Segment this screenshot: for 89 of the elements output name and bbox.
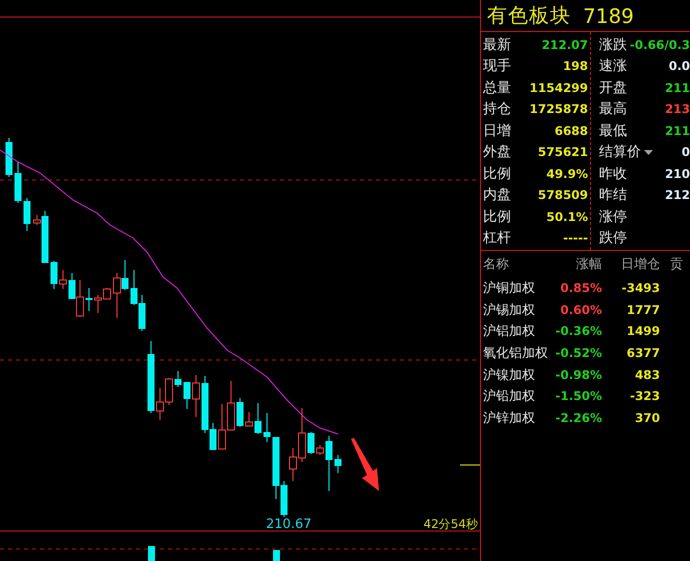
table-cell: -0.98% [554, 368, 602, 382]
quote-value: 198 [562, 59, 589, 74]
table-cell-text: 沪镍加权 [482, 366, 536, 384]
column-header[interactable]: 名称 [481, 255, 554, 273]
candlestick [254, 402, 262, 434]
table-cell: -0.36% [554, 324, 602, 338]
dropdown-caret-icon[interactable] [644, 150, 653, 155]
candlestick [236, 398, 244, 428]
quote-label: 持仓 [482, 100, 511, 118]
table-cell: -0.52% [554, 346, 602, 360]
table-cell-text: -323 [628, 389, 660, 404]
quote-label: 现手 [482, 57, 511, 76]
quote-label: 涨停 [599, 208, 627, 226]
quote-value: 210 [664, 166, 690, 181]
candlestick [59, 270, 67, 290]
candlestick [24, 198, 30, 232]
quote-value: 212.07 [542, 38, 589, 52]
table-cell-text: 483 [634, 368, 660, 382]
table-cell-text: 0.85% [559, 280, 602, 295]
quote-label: 内盘 [482, 186, 511, 204]
quote-value: 49.9% [546, 166, 589, 181]
quote-label: 比例 [482, 208, 511, 226]
quote-label: 日增 [482, 122, 511, 140]
quote-value: 50.1% [546, 210, 589, 224]
table-cell-text: 沪铜加权 [482, 280, 536, 297]
candlestick [334, 454, 342, 474]
quote-label: 杠杆 [482, 229, 511, 248]
quote-value: 213 [664, 102, 690, 116]
quote-label: 昨收 [599, 164, 627, 183]
quote-label: 昨结 [599, 186, 627, 204]
candlestick [174, 370, 182, 388]
volume-bar [148, 546, 155, 561]
candlestick [6, 138, 12, 178]
volume-bar [273, 550, 280, 561]
quote-value: -0.66/0.3 [630, 38, 690, 52]
table-cell-text: 沪锌加权 [482, 410, 536, 427]
candlestick [316, 444, 324, 456]
quote-value: 211 [664, 80, 690, 95]
quote-label: 结算价 [599, 143, 641, 162]
quote-label: 外盘 [482, 143, 511, 162]
quote-value: 578509 [538, 188, 589, 202]
table-cell-text: 1499 [626, 324, 660, 338]
table-cell: -1.50% [554, 389, 602, 404]
table-cell-text: -3493 [620, 280, 660, 295]
table-cell-text: 沪铅加权 [482, 388, 536, 406]
table-cell-text: 0.60% [559, 302, 602, 317]
countdown-timer: 42分54秒 [423, 517, 478, 531]
quote-value: 0 [682, 145, 690, 160]
quote-label: 总量 [482, 78, 511, 97]
candlestick [245, 412, 253, 426]
candlestick [264, 412, 270, 442]
panel-title: 有色板块 [487, 2, 571, 29]
table-cell-text: 370 [634, 410, 660, 425]
quote-value: 6688 [554, 124, 589, 138]
quote-label: 开盘 [599, 78, 627, 97]
low-price-label: 210.67 [266, 517, 312, 532]
column-header[interactable]: 日增仓 [602, 255, 660, 273]
candlestick [308, 432, 314, 454]
quote-value: 1725878 [530, 102, 589, 116]
quote-label: 最低 [599, 122, 627, 140]
table-cell-text: 沪锡加权 [482, 302, 536, 319]
quote-value: 0.0 [668, 59, 690, 74]
candlestick [326, 436, 332, 492]
column-header[interactable]: 涨幅 [554, 255, 602, 273]
table-cell-text: 6377 [626, 346, 660, 360]
table-cell-text: 沪铝加权 [482, 323, 536, 340]
quote-label: 涨跌 [599, 36, 627, 54]
quote-label: 速涨 [599, 57, 627, 76]
quote-value: 575621 [538, 145, 589, 160]
down-arrow-icon [351, 438, 379, 491]
quote-label: 最高 [599, 100, 627, 118]
price-marker-line [460, 464, 480, 466]
candlestick [192, 374, 200, 418]
table-cell-text: 氧化铝加权 [482, 344, 549, 362]
quote-value: 1154299 [530, 80, 589, 95]
table-cell: -2.26% [554, 410, 602, 425]
candlestick [14, 162, 22, 204]
table-cell-text: 1777 [626, 302, 660, 317]
candlestick [184, 382, 190, 410]
quote-label: 最新 [482, 36, 511, 54]
quote-label: 比例 [482, 164, 511, 183]
column-header[interactable]: 贡 [660, 255, 690, 273]
quote-label: 跌停 [599, 229, 627, 248]
candlestick [50, 260, 58, 290]
candlestick [86, 288, 92, 312]
sector-code: 7189 [583, 4, 634, 28]
quote-value: 211 [664, 124, 690, 138]
quote-value: ----- [563, 231, 589, 246]
quote-value: 212 [664, 188, 690, 202]
